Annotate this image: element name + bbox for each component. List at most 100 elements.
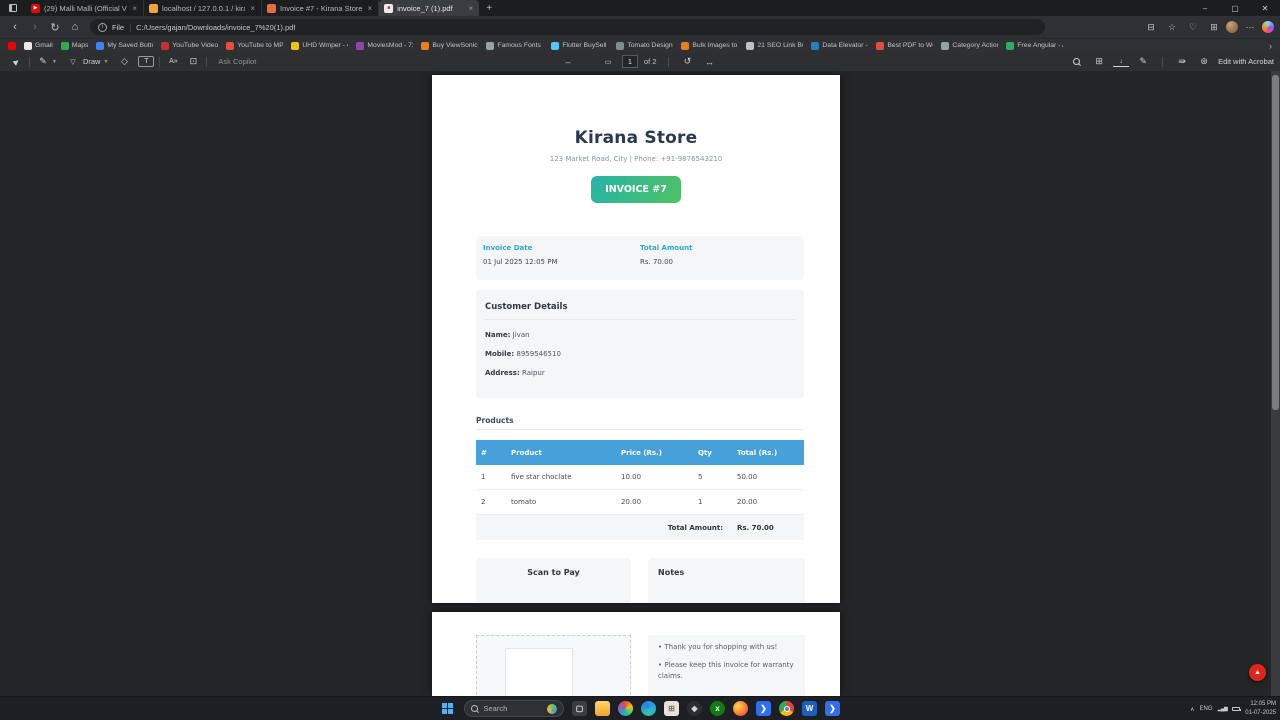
bookmark-label: Bulk Images to Web... xyxy=(692,42,738,49)
forward-button[interactable]: › xyxy=(26,18,44,36)
edit-with-acrobat-button[interactable]: Edit with Acrobat xyxy=(1218,57,1274,66)
bookmarks-overflow-chevron[interactable]: › xyxy=(1269,41,1272,51)
browser-tab[interactable]: localhost / 127.0.0.1 / kirana_db |× xyxy=(144,0,262,16)
store-name-heading: Kirana Store xyxy=(432,128,840,148)
tab-close-icon[interactable]: × xyxy=(131,4,138,13)
save-icon[interactable]: ↓ xyxy=(1113,56,1129,67)
add-image-icon[interactable]: ⊡ xyxy=(185,54,201,69)
maximize-button[interactable]: ▢ xyxy=(1220,0,1250,16)
extensions-icon[interactable]: ⊞ xyxy=(1205,18,1223,36)
profile-avatar[interactable] xyxy=(1226,21,1238,33)
firefox-icon[interactable] xyxy=(731,699,751,719)
essentials-icon[interactable]: ♡ xyxy=(1184,18,1202,36)
chrome-glyph xyxy=(779,701,794,716)
save-as-icon[interactable]: ✎ xyxy=(1135,54,1151,69)
bookmark-item[interactable]: UHD Wmper - 4k Do... xyxy=(291,42,348,50)
select-tool-icon[interactable]: ▶ xyxy=(5,51,27,73)
scrollbar-thumb[interactable] xyxy=(1272,75,1279,410)
products-section-title: Products xyxy=(476,416,514,425)
battery-icon[interactable] xyxy=(1232,707,1240,711)
bookmark-item[interactable]: MoviesMod - 720p... xyxy=(356,42,413,50)
settings-more-icon[interactable]: ⋯ xyxy=(1241,18,1259,36)
word-icon[interactable]: W xyxy=(800,699,820,719)
close-button[interactable]: ✕ xyxy=(1250,0,1280,16)
refresh-button[interactable]: ↻ xyxy=(46,18,64,36)
chrome-icon[interactable] xyxy=(777,699,797,719)
settings-gear-icon[interactable]: ⊛ xyxy=(1196,54,1212,69)
bookmark-item[interactable]: Gmail xyxy=(24,42,53,50)
favorites-icon[interactable]: ☆ xyxy=(1163,18,1181,36)
taskbar-search-box[interactable]: Search xyxy=(464,700,564,717)
language-indicator[interactable]: ENG xyxy=(1200,706,1213,712)
draw-tool-label[interactable]: Draw xyxy=(83,57,101,66)
tab-close-icon[interactable]: × xyxy=(249,4,256,13)
dev-tool-icon[interactable]: ❯ xyxy=(823,699,843,719)
draw-caret-icon[interactable]: ▼ xyxy=(103,59,108,65)
highlight-tool-icon[interactable]: ✎ xyxy=(35,54,51,69)
fit-to-width-icon[interactable]: ↔ xyxy=(702,54,718,69)
tab-actions-icon[interactable] xyxy=(0,0,26,16)
print-icon[interactable]: ⊞ xyxy=(1091,54,1107,69)
read-aloud-icon[interactable]: A» xyxy=(165,54,181,69)
pdf-toolbar: ▶ ✎ ▼ ▽ Draw ▼ ◇ T A» ⊡ Ask Copilot – ▭ … xyxy=(0,52,1280,71)
page-view-icon[interactable]: ▭ xyxy=(600,54,616,69)
unity-hub-icon[interactable]: ◆ xyxy=(685,699,705,719)
tray-chevron-icon[interactable]: ∧ xyxy=(1190,706,1194,713)
minimize-button[interactable]: – xyxy=(1190,0,1220,16)
bookmark-item[interactable]: Maps xyxy=(61,42,89,50)
acrobat-fab-icon[interactable]: ▲ xyxy=(1249,664,1266,681)
browser-tab[interactable]: Invoice #7 - Kirana Store× xyxy=(262,0,379,16)
bookmark-item[interactable]: Category Actions a... xyxy=(941,42,998,50)
add-text-icon[interactable]: T xyxy=(138,56,154,67)
address-bar[interactable]: i File | C:/Users/gajan/Downloads/invoic… xyxy=(90,19,1045,35)
split-screen-icon[interactable]: ⊟ xyxy=(1142,18,1160,36)
bookmark-item[interactable]: YouTube Video Do... xyxy=(161,42,218,50)
ask-copilot-button[interactable]: Ask Copilot xyxy=(218,57,256,66)
bookmark-item[interactable]: Bulk Images to Web... xyxy=(681,42,738,50)
total-amount-value: Rs. 70.00 xyxy=(640,258,692,266)
bookmark-item[interactable]: Tomato Design res... xyxy=(616,42,673,50)
bookmark-item[interactable]: Best PDF to Word C... xyxy=(876,42,933,50)
start-button[interactable] xyxy=(438,699,458,719)
browser-tab[interactable]: ▶(29) Malli Malli (Official Vid...× xyxy=(26,0,144,16)
task-view-icon[interactable]: ▢ xyxy=(570,699,590,719)
col-qty-header: Qty xyxy=(693,449,732,457)
tab-close-icon[interactable]: × xyxy=(468,4,475,13)
new-tab-button[interactable]: + xyxy=(479,3,499,14)
network-signal-icon[interactable]: ▂▄▆ xyxy=(1218,706,1228,712)
bookmark-item[interactable]: Flutter BuySell for c... xyxy=(551,42,608,50)
draw-tool-icon[interactable]: ▽ xyxy=(65,54,81,69)
bookmark-item[interactable]: Buy ViewSonic VX2... xyxy=(421,42,478,50)
file-explorer-icon[interactable] xyxy=(593,699,613,719)
bookmarks-bar: Gmail Maps My Saved Buttons -... YouTube Vi… xyxy=(0,38,1280,52)
site-info-icon[interactable]: i xyxy=(98,23,107,32)
kirana-app-favicon xyxy=(267,4,276,13)
photos-icon[interactable] xyxy=(616,699,636,719)
erase-tool-icon[interactable]: ◇ xyxy=(116,54,132,69)
home-button[interactable]: ⌂ xyxy=(66,18,84,36)
bookmark-item[interactable]: YouTube to MP3 Co... xyxy=(226,42,283,50)
xbox-icon[interactable]: x xyxy=(708,699,728,719)
tab-close-icon[interactable]: × xyxy=(367,4,374,13)
back-button[interactable]: ‹ xyxy=(6,18,24,36)
ms-store-icon[interactable]: ⊞ xyxy=(662,699,682,719)
rotate-icon[interactable]: ↺ xyxy=(680,54,696,69)
system-tray: ∧ ENG ▂▄▆ 12:05 PM 01-07-2025 xyxy=(1190,697,1276,720)
edit-icon[interactable]: ⇛ xyxy=(1174,54,1190,69)
browser-tab[interactable]: ■invoice_7 (1).pdf× xyxy=(379,0,479,16)
page-number-input[interactable]: 1 xyxy=(622,55,638,68)
edge-icon[interactable] xyxy=(639,699,659,719)
bookmark-item[interactable]: Famous Fonts - 100... xyxy=(486,42,543,50)
hide-toolbar-icon[interactable]: – xyxy=(560,54,576,69)
bookmark-item[interactable]: Free Angular - Ang... xyxy=(1006,42,1063,50)
bookmark-item[interactable]: My Saved Buttons -... xyxy=(96,42,153,50)
bookmark-item[interactable] xyxy=(8,42,16,50)
taskbar-clock[interactable]: 12:05 PM 01-07-2025 xyxy=(1245,700,1276,718)
bookmark-item[interactable]: 21 SEO Link Buildin... xyxy=(746,42,803,50)
media-player-icon[interactable]: ❯ xyxy=(754,699,774,719)
search-document-icon[interactable] xyxy=(1073,58,1081,66)
copilot-icon[interactable] xyxy=(1262,21,1274,33)
vertical-scrollbar[interactable] xyxy=(1271,71,1280,696)
bookmark-item[interactable]: Data Elevator - Micr... xyxy=(811,42,868,50)
highlight-caret-icon[interactable]: ▼ xyxy=(52,59,57,65)
